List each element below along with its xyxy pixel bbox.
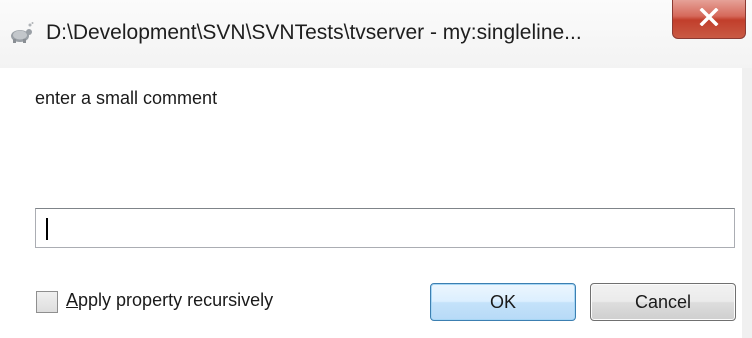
dialog-window: D:\Development\SVN\SVNTests\tvserver - m… <box>0 0 752 338</box>
close-button[interactable] <box>672 0 746 39</box>
window-title: D:\Development\SVN\SVNTests\tvserver - m… <box>46 21 582 44</box>
cancel-button[interactable]: Cancel <box>590 283 736 321</box>
comment-input[interactable] <box>35 208 735 248</box>
window-frame-right <box>742 68 752 338</box>
ok-button[interactable]: OK <box>430 283 576 321</box>
mnemonic-letter: A <box>66 290 79 310</box>
recursive-checkbox[interactable] <box>36 291 58 313</box>
recursive-checkbox-label[interactable]: Apply property recursively <box>66 290 273 311</box>
checkbox-label-text: pply property recursively <box>78 290 274 310</box>
text-caret <box>46 218 48 240</box>
close-icon <box>699 8 719 26</box>
title-bar[interactable]: D:\Development\SVN\SVNTests\tvserver - m… <box>0 0 752 68</box>
prompt-label: enter a small comment <box>35 88 218 108</box>
tortoise-icon <box>8 20 34 46</box>
dialog-body: enter a small comment Apply property rec… <box>0 68 743 338</box>
